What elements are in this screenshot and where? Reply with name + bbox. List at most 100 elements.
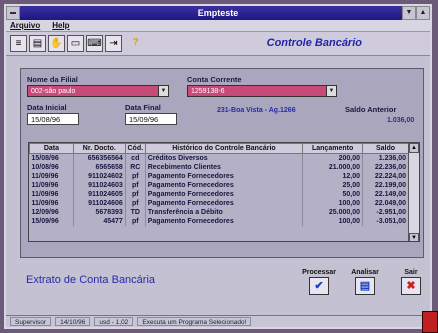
toolbar: ≡ ▤ ✋ ▭ ⌨ ⇥ ? Controle Bancário — [6, 32, 430, 56]
table-cell: Pagamento Fornecedores — [145, 190, 304, 199]
table-cell: 45477 — [73, 217, 126, 226]
menu-bar: Arquivo Help — [6, 20, 430, 32]
table-cell: 911024606 — [73, 199, 126, 208]
col-nr-docto[interactable]: Nr. Docto. — [72, 143, 126, 154]
help-icon[interactable]: ? — [127, 35, 144, 52]
table-cell: 11/09/96 — [29, 172, 74, 181]
title-bar[interactable]: Empteste ▼ ▲ — [6, 6, 430, 20]
table-cell: 22.199,00 — [362, 181, 409, 190]
table-cell: Pagamento Fornecedores — [145, 172, 304, 181]
transactions-grid[interactable]: Data Nr. Docto. Cód. Histórico do Contro… — [28, 142, 420, 242]
table-cell: 5678393 — [73, 208, 126, 217]
table-cell: 21.000,00 — [302, 163, 364, 172]
table-cell: RC — [125, 163, 146, 172]
conta-combo[interactable]: 1259138-6 ▼ — [187, 85, 337, 97]
table-cell: pf — [125, 190, 146, 199]
chevron-down-icon[interactable]: ▼ — [326, 86, 336, 96]
status-message: Executa um Programa Selecionado! — [137, 317, 252, 326]
extrato-title: Extrato de Conta Bancária — [26, 274, 156, 286]
agencia-text: 231-Boa Vista - Ag.1266 — [217, 107, 296, 114]
analisar-label: Analisar — [351, 269, 379, 276]
table-row[interactable]: 11/09/96 911024606 pf Pagamento Fornecedore… — [29, 199, 409, 208]
exit-icon[interactable]: ⇥ — [105, 35, 122, 52]
table-cell: 200,00 — [302, 153, 364, 163]
table-row[interactable]: 11/09/96 911024602 pf Pagamento Fornecedore… — [29, 172, 409, 181]
table-cell: -3.051,00 — [362, 217, 409, 226]
col-lancamento[interactable]: Lançamento — [302, 143, 364, 154]
menu-help[interactable]: Help — [52, 20, 69, 31]
table-cell: 15/08/96 — [29, 153, 74, 163]
table-row[interactable]: 15/09/96 45477 pf Pagamento Fornecedores 100… — [29, 217, 409, 226]
scroll-up-icon[interactable]: ▲ — [409, 143, 419, 153]
report-icon[interactable]: ▤ — [29, 35, 46, 52]
conta-label: Conta Corrente — [187, 75, 242, 84]
list-icon[interactable]: ≡ — [10, 35, 27, 52]
col-saldo[interactable]: Saldo — [362, 143, 409, 154]
table-cell: 11/09/96 — [29, 181, 74, 190]
table-cell: 6565658 — [73, 163, 126, 172]
table-cell: 911024605 — [73, 190, 126, 199]
chevron-down-icon[interactable]: ▼ — [158, 86, 168, 96]
table-cell: pf — [125, 217, 146, 226]
table-cell: 50,00 — [302, 190, 364, 199]
taskbar-corner-icon[interactable] — [422, 311, 438, 333]
filter-panel: Nome da Filial 002-são paulo ▼ Conta Cor… — [20, 68, 424, 258]
col-data[interactable]: Data — [29, 143, 74, 154]
col-cod[interactable]: Cód. — [124, 143, 146, 154]
window-title: Empteste — [197, 8, 239, 18]
data-final-field[interactable]: 15/09/96 — [125, 113, 177, 125]
table-row[interactable]: 12/09/96 5678393 TD Transferência a Débito 2… — [29, 208, 409, 217]
table-cell: TD — [125, 208, 146, 217]
table-cell: 12,00 — [302, 172, 364, 181]
status-currency: usd - 1,02 — [94, 317, 134, 326]
table-cell: 911024603 — [73, 181, 126, 190]
table-cell: 11/09/96 — [29, 199, 74, 208]
table-row[interactable]: 11/09/96 911024603 pf Pagamento Fornecedore… — [29, 181, 409, 190]
keyboard-icon[interactable]: ⌨ — [86, 35, 103, 52]
hand-icon[interactable]: ✋ — [48, 35, 65, 52]
col-historico[interactable]: Histórico do Controle Bancário — [144, 143, 304, 154]
table-cell: 22.236,00 — [362, 163, 409, 172]
sair-button[interactable]: Sair ✖ — [394, 269, 428, 295]
table-cell: pf — [125, 172, 146, 181]
grid-scrollbar[interactable]: ▲ ▼ — [408, 143, 419, 241]
table-cell: Pagamento Fornecedores — [145, 199, 304, 208]
minimize-button[interactable]: ▼ — [402, 6, 416, 20]
scroll-down-icon[interactable]: ▼ — [409, 233, 419, 241]
processar-button[interactable]: Processar ✔ — [302, 269, 336, 295]
table-cell: Pagamento Fornecedores — [145, 181, 304, 190]
filial-label: Nome da Filial — [27, 75, 78, 84]
table-cell: 22.224,00 — [362, 172, 409, 181]
data-final-label: Data Final — [125, 103, 161, 112]
table-cell: 656356564 — [73, 153, 126, 163]
card-icon[interactable]: ▭ — [67, 35, 84, 52]
table-cell: pf — [125, 199, 146, 208]
table-row[interactable]: 11/09/96 911024605 pf Pagamento Fornecedore… — [29, 190, 409, 199]
transactions-table: Data Nr. Docto. Cód. Histórico do Contro… — [29, 143, 409, 226]
table-cell: cd — [125, 153, 146, 163]
table-cell: 100,00 — [302, 217, 364, 226]
conta-value: 1259138-6 — [191, 88, 225, 95]
analisar-button[interactable]: Analisar ▤ — [348, 269, 382, 295]
table-cell: 25,00 — [302, 181, 364, 190]
status-user: Supervisor — [10, 317, 52, 326]
menu-arquivo[interactable]: Arquivo — [10, 20, 40, 31]
table-row[interactable]: 10/08/96 6565658 RC Recebimento Clientes 21.… — [29, 163, 409, 172]
table-cell: 15/09/96 — [29, 217, 74, 226]
table-cell: Créditos Diversos — [145, 153, 304, 163]
table-row[interactable]: 15/08/96 656356564 cd Créditos Diversos 200,… — [29, 153, 409, 163]
saldo-anterior-label: Saldo Anterior — [345, 105, 397, 114]
table-cell: 22.149,00 — [362, 190, 409, 199]
saldo-anterior-value: 1.036,00 — [387, 117, 415, 124]
table-cell: Recebimento Clientes — [145, 163, 304, 172]
filial-value: 002-são paulo — [31, 88, 76, 95]
module-heading: Controle Bancário — [266, 37, 362, 49]
sair-label: Sair — [404, 269, 418, 276]
document-icon: ▤ — [355, 277, 375, 295]
table-cell: 911024602 — [73, 172, 126, 181]
maximize-button[interactable]: ▲ — [416, 6, 430, 20]
filial-combo[interactable]: 002-são paulo ▼ — [27, 85, 169, 97]
data-inicial-field[interactable]: 15/08/96 — [27, 113, 79, 125]
status-bar: Supervisor 14/10/96 usd - 1,02 Executa u… — [6, 315, 430, 327]
table-cell: Pagamento Fornecedores — [145, 217, 304, 226]
